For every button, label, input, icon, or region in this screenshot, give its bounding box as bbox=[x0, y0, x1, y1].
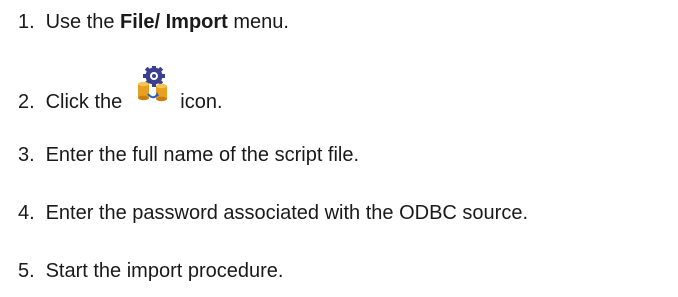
step-text: Use the bbox=[45, 11, 121, 33]
step-text: Enter the password associated with the O… bbox=[45, 202, 529, 224]
step-2: 2. Click the icon. bbox=[18, 66, 223, 114]
step-5: 5. Start the import procedure. bbox=[18, 259, 283, 283]
step-number: 5. bbox=[18, 260, 35, 282]
step-text: Start the import procedure. bbox=[45, 260, 284, 282]
menu-path: File/ Import bbox=[120, 11, 228, 33]
step-text: Click the bbox=[45, 91, 123, 113]
step-text: icon. bbox=[180, 91, 223, 113]
step-number: 2. bbox=[18, 91, 35, 113]
step-4: 4. Enter the password associated with th… bbox=[18, 201, 528, 225]
step-number: 3. bbox=[18, 144, 35, 166]
step-number: 4. bbox=[18, 202, 35, 224]
gear-database-import-icon bbox=[136, 66, 170, 112]
step-1: 1. Use the File/ Import menu. bbox=[18, 10, 289, 34]
step-3: 3. Enter the full name of the script fil… bbox=[18, 143, 359, 167]
step-text: Enter the full name of the script file. bbox=[45, 144, 360, 166]
step-number: 1. bbox=[18, 11, 35, 33]
step-text: menu. bbox=[227, 11, 289, 33]
